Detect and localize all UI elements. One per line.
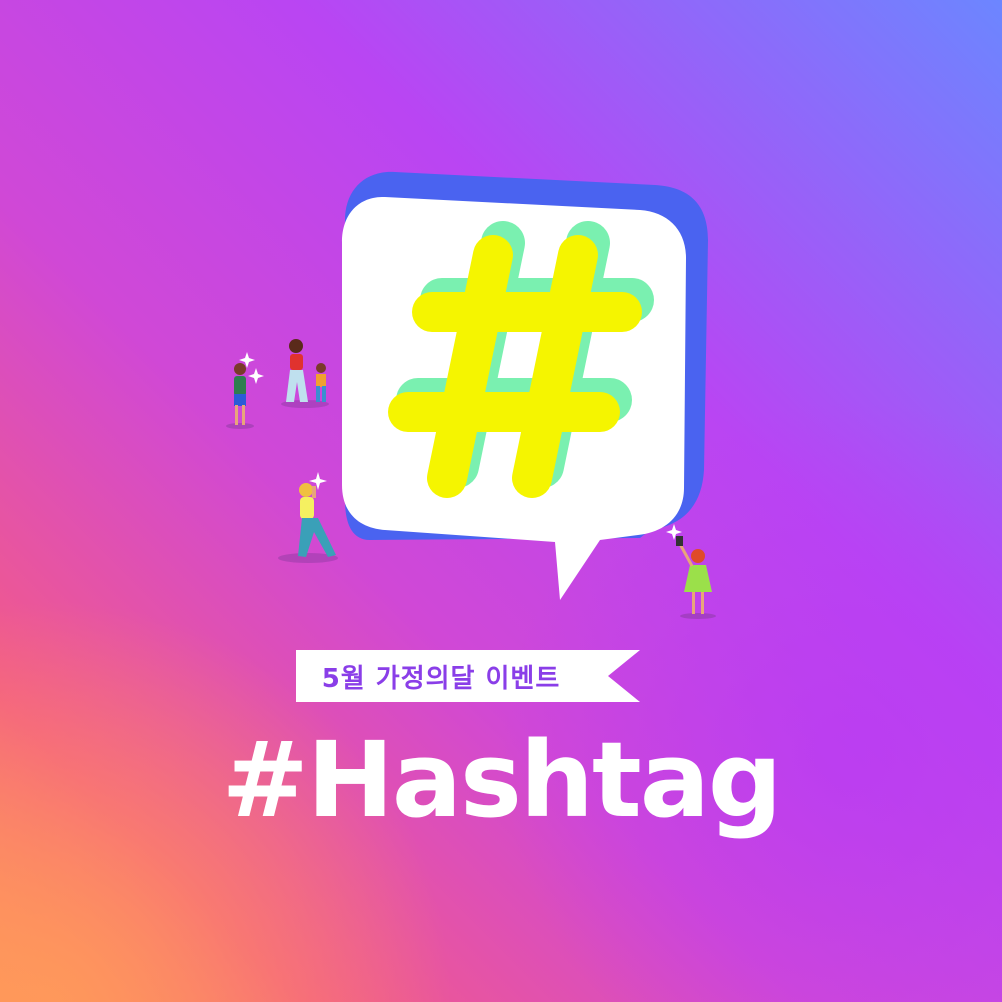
person-walker-icon xyxy=(278,483,338,563)
event-ribbon-banner: 5월 가정의달 이벤트 xyxy=(296,650,640,702)
hashtag-bubble-illustration xyxy=(226,171,716,619)
person-parent-child-icon xyxy=(281,339,329,408)
person-photographer-icon xyxy=(226,363,254,429)
hashtag-headline: #Hashtag xyxy=(221,719,783,841)
hashtag-event-poster: 5월 가정의달 이벤트 #Hashtag xyxy=(0,0,1002,1002)
event-ribbon-text: 5월 가정의달 이벤트 xyxy=(321,663,561,694)
person-girl-icon xyxy=(676,536,716,619)
